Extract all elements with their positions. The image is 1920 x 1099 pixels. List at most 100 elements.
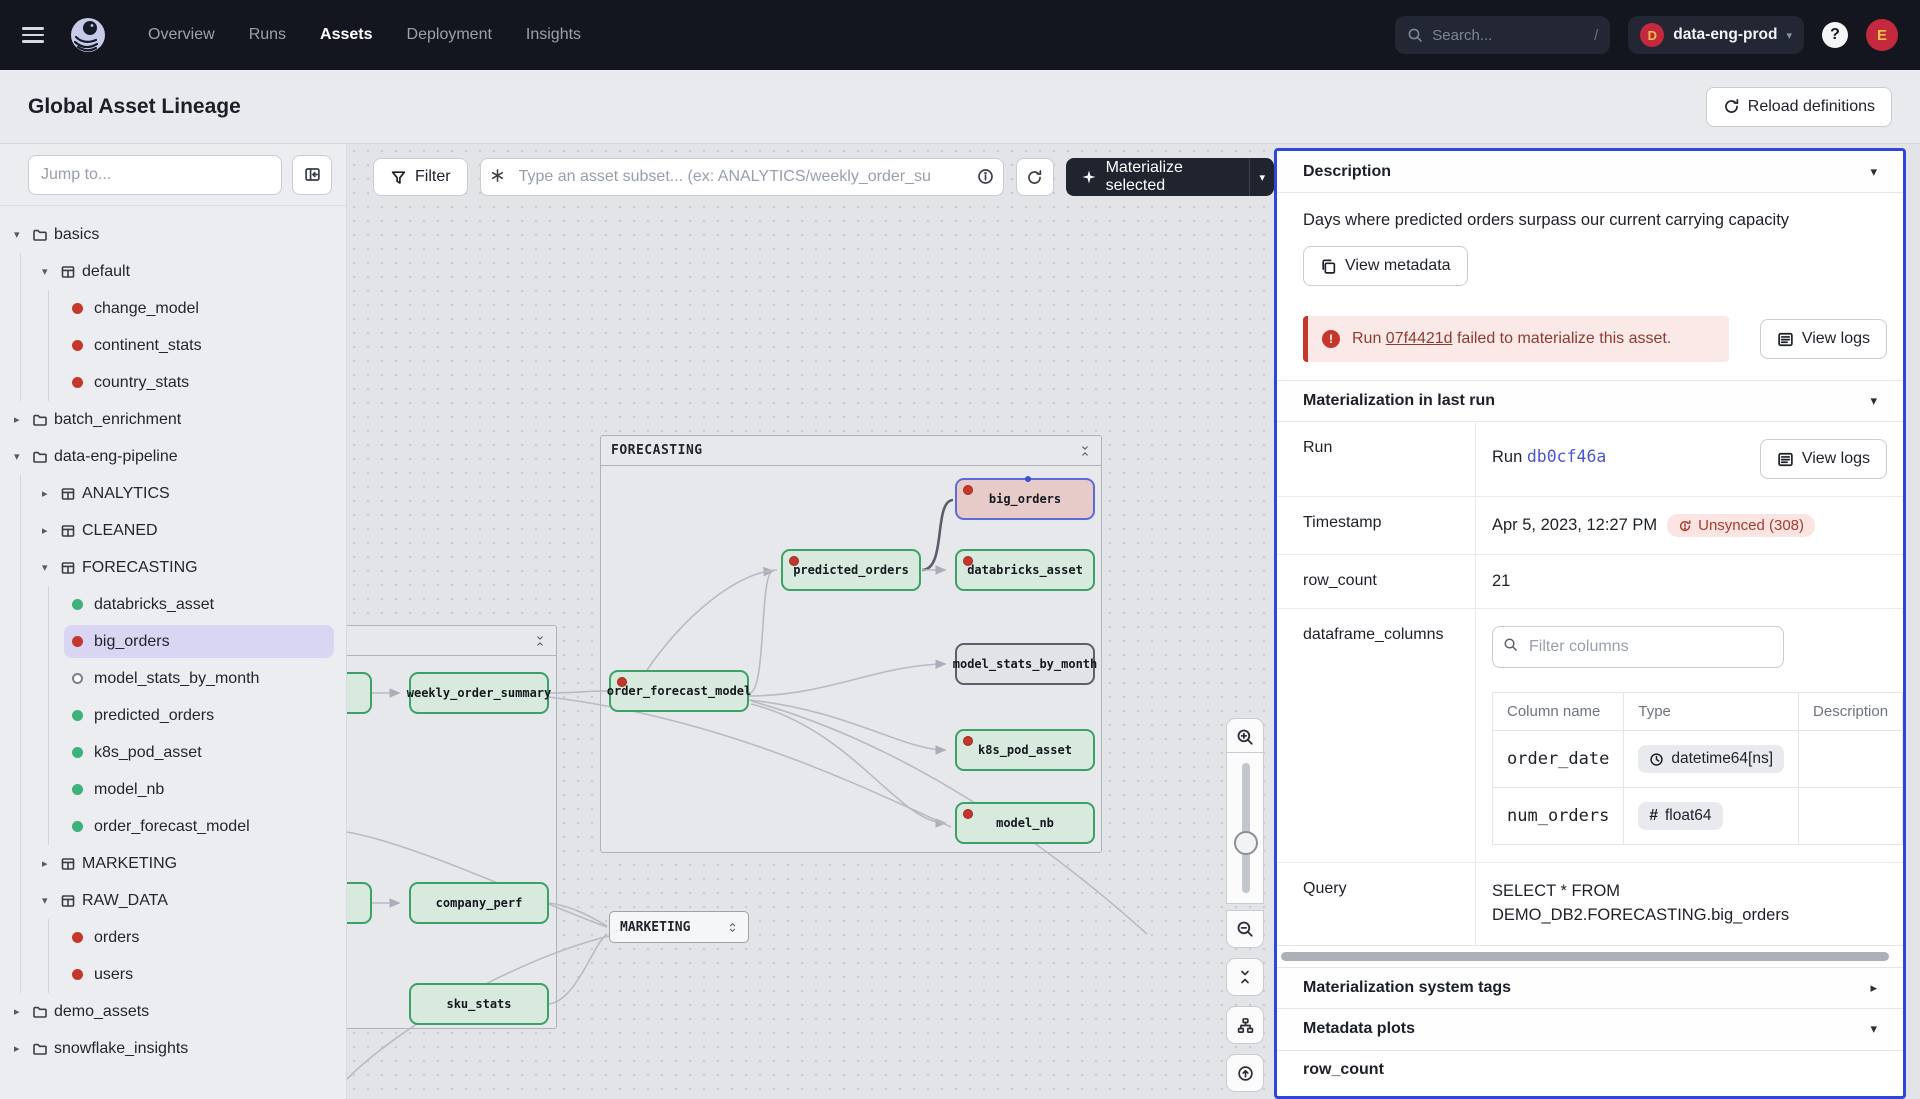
refresh-graph-button[interactable]	[1016, 158, 1054, 196]
materialize-selected-button[interactable]: Materialize selected ▾	[1066, 158, 1274, 196]
help-button[interactable]: ?	[1822, 22, 1848, 48]
graph-toolbar: Filter Materialize selected ▾	[373, 158, 1274, 196]
nav-deployment[interactable]: Deployment	[407, 26, 492, 44]
failed-run-row: ! Run 07f4421d failed to materialize thi…	[1277, 308, 1903, 380]
sidebar-item-CLEANED[interactable]: ▸CLEANED	[0, 512, 346, 549]
view-logs-button-run[interactable]: View logs	[1760, 439, 1887, 479]
jump-to-input[interactable]	[28, 155, 282, 195]
section-metadata-plots[interactable]: Metadata plots ▾	[1277, 1009, 1903, 1051]
caret-right-icon[interactable]: ▸	[42, 857, 60, 870]
nav-insights[interactable]: Insights	[526, 26, 581, 44]
caret-right-icon[interactable]: ▸	[42, 487, 60, 500]
recenter-button[interactable]	[1226, 1054, 1264, 1092]
sidebar-item-FORECASTING[interactable]: ▾FORECASTING	[0, 549, 346, 586]
hamburger-menu-icon[interactable]	[22, 27, 44, 43]
sidebar-item-demo_assets[interactable]: ▸demo_assets	[0, 993, 346, 1030]
lineage-canvas[interactable]: Filter Materialize selected ▾ FORECASTIN…	[347, 144, 1274, 1099]
asset-node-weekly_order_summary[interactable]: weekly_order_summary	[409, 672, 549, 714]
global-search[interactable]: Search... /	[1395, 16, 1610, 54]
asset-node-databricks_asset[interactable]: databricks_asset	[955, 549, 1095, 591]
sidebar-item-k8s_pod_asset[interactable]: k8s_pod_asset	[0, 734, 346, 771]
caret-right-icon[interactable]: ▸	[14, 413, 32, 426]
caret-down-icon[interactable]: ▾	[42, 894, 60, 907]
horizontal-scrollbar[interactable]	[1281, 952, 1889, 961]
column-name: num_orders	[1493, 788, 1624, 845]
caret-right-icon[interactable]: ▸	[42, 524, 60, 537]
sidebar-item-users[interactable]: users	[0, 956, 346, 993]
sidebar-item-MARKETING[interactable]: ▸MARKETING	[0, 845, 346, 882]
description-text: Days where predicted orders surpass our …	[1277, 193, 1903, 230]
zoom-out-button[interactable]	[1226, 910, 1264, 948]
section-system-tags[interactable]: Materialization system tags ▸	[1277, 967, 1903, 1009]
asset-node-clipped[interactable]	[347, 672, 372, 714]
user-avatar[interactable]: E	[1866, 19, 1898, 51]
info-icon[interactable]	[977, 168, 994, 185]
caret-down-icon[interactable]: ▾	[14, 228, 32, 241]
caret-down-icon[interactable]: ▾	[42, 265, 60, 278]
sidebar-item-big_orders[interactable]: big_orders	[0, 623, 346, 660]
sidebar-item-predicted_orders[interactable]: predicted_orders	[0, 697, 346, 734]
sidebar-item-model_nb[interactable]: model_nb	[0, 771, 346, 808]
group-expand-icon[interactable]	[727, 922, 738, 933]
sidebar-item-RAW_DATA[interactable]: ▾RAW_DATA	[0, 882, 346, 919]
run-id-link[interactable]: db0cf46a	[1527, 447, 1606, 466]
dagster-logo-icon[interactable]	[66, 13, 110, 57]
view-metadata-button[interactable]: View metadata	[1303, 246, 1468, 286]
asset-node-model_nb[interactable]: model_nb	[955, 802, 1095, 844]
sidebar-item-default[interactable]: ▾default	[0, 253, 346, 290]
section-materialization[interactable]: Materialization in last run ▾	[1277, 380, 1903, 422]
unsynced-badge[interactable]: Unsynced (308)	[1667, 514, 1815, 537]
asset-subset-input[interactable]	[480, 158, 1004, 196]
asset-node-big_orders[interactable]: big_orders	[955, 478, 1095, 520]
rearrange-graph-button[interactable]	[1226, 1006, 1264, 1044]
failed-run-id-link[interactable]: 07f4421d	[1386, 330, 1453, 347]
reload-definitions-button[interactable]: Reload definitions	[1706, 87, 1892, 127]
filter-button[interactable]: Filter	[373, 158, 468, 196]
sidebar-item-orders[interactable]: orders	[0, 919, 346, 956]
sidebar-item-snowflake_insights[interactable]: ▸snowflake_insights	[0, 1030, 346, 1067]
asset-node-order_forecast_model[interactable]: order_forecast_model	[609, 670, 749, 712]
zoom-slider[interactable]	[1226, 752, 1264, 904]
caret-right-icon[interactable]: ▸	[14, 1005, 32, 1018]
asset-node-company_perf[interactable]: company_perf	[409, 882, 549, 924]
view-logs-button[interactable]: View logs	[1760, 319, 1887, 359]
sidebar-item-basics[interactable]: ▾basics	[0, 216, 346, 253]
sidebar-item-batch_enrichment[interactable]: ▸batch_enrichment	[0, 401, 346, 438]
sidebar-item-order_forecast_model[interactable]: order_forecast_model	[0, 808, 346, 845]
sidebar-item-model_stats_by_month[interactable]: model_stats_by_month	[0, 660, 346, 697]
nav-assets[interactable]: Assets	[320, 26, 372, 44]
sidebar-item-continent_stats[interactable]: continent_stats	[0, 327, 346, 364]
collapse-groups-button[interactable]	[1226, 958, 1264, 996]
zoom-slider-handle[interactable]	[1234, 831, 1258, 855]
asset-node-predicted_orders[interactable]: predicted_orders	[781, 549, 921, 591]
sidebar-item-databricks_asset[interactable]: databricks_asset	[0, 586, 346, 623]
zoom-in-button[interactable]	[1226, 718, 1264, 756]
caret-down-icon[interactable]: ▾	[42, 561, 60, 574]
sidebar-item-data-eng-pipeline[interactable]: ▾data-eng-pipeline	[0, 438, 346, 475]
nav-runs[interactable]: Runs	[249, 26, 286, 44]
chevron-down-icon: ▾	[1870, 393, 1877, 409]
row-count-label: row_count	[1277, 555, 1475, 608]
section-description[interactable]: Description ▾	[1277, 151, 1903, 193]
nav-overview[interactable]: Overview	[148, 26, 215, 44]
collapsed-group-MARKETING[interactable]: MARKETING	[609, 911, 749, 943]
sidebar-item-country_stats[interactable]: country_stats	[0, 364, 346, 401]
materialize-dropdown-caret[interactable]: ▾	[1249, 158, 1274, 196]
workspace-switcher[interactable]: D data-eng-prod ▾	[1628, 16, 1804, 54]
chart-plot-area	[1361, 1095, 1891, 1099]
section-description-label: Description	[1303, 163, 1391, 181]
sidebar-item-ANALYTICS[interactable]: ▸ANALYTICS	[0, 475, 346, 512]
column-name: order_date	[1493, 731, 1624, 788]
filter-columns-input[interactable]	[1492, 626, 1784, 668]
zoom-slider-track[interactable]	[1242, 763, 1250, 893]
collapse-sidebar-button[interactable]	[292, 155, 332, 195]
asset-node-sku_stats[interactable]: sku_stats	[409, 983, 549, 1025]
sidebar-item-change_model[interactable]: change_model	[0, 290, 346, 327]
asset-node-k8s_pod_asset[interactable]: k8s_pod_asset	[955, 729, 1095, 771]
asset-node-clipped[interactable]	[347, 882, 372, 924]
caret-down-icon[interactable]: ▾	[14, 450, 32, 463]
asset-node-model_stats_by_month[interactable]: model_stats_by_month	[955, 643, 1095, 685]
recenter-icon	[1237, 1065, 1254, 1082]
failed-materialization-dot	[963, 485, 973, 495]
caret-right-icon[interactable]: ▸	[14, 1042, 32, 1055]
